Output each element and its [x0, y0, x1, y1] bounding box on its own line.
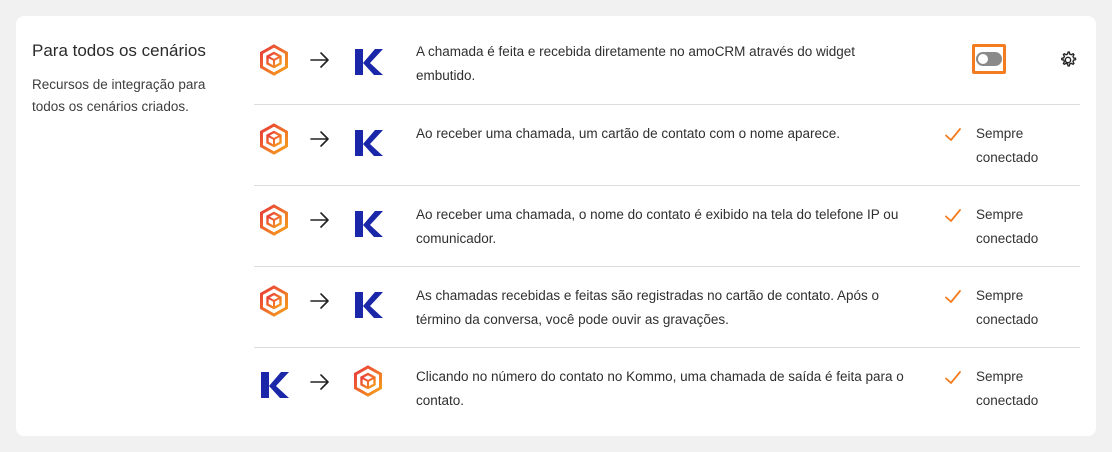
flow-icons: [254, 16, 404, 104]
feature-row: Ao receber uma chamada, o nome do contat…: [254, 186, 1080, 267]
section-subtitle: Recursos de integração para todos os cen…: [32, 77, 206, 114]
kommo-k-icon: [352, 289, 384, 321]
kommo-k-icon: [352, 208, 384, 240]
section-title: Para todos os cenários: [32, 41, 206, 60]
status-text: Sempre conectado: [976, 288, 1039, 327]
status-text: Sempre conectado: [976, 207, 1039, 246]
check-icon: [944, 126, 962, 144]
call-widget-toggle[interactable]: [972, 44, 1006, 74]
gear-icon[interactable]: [1058, 50, 1078, 70]
amocrm-hexagon-icon: [258, 204, 290, 236]
flow-icons: [254, 105, 404, 185]
status-text: Sempre conectado: [976, 369, 1039, 408]
arrow-right-icon: [308, 208, 332, 232]
arrow-right-icon: [308, 48, 332, 72]
feature-description: Ao receber uma chamada, um cartão de con…: [416, 126, 840, 141]
feature-list: A chamada é feita e recebida diretamente…: [254, 16, 1080, 428]
amocrm-hexagon-icon: [258, 123, 290, 155]
check-icon: [944, 207, 962, 225]
feature-row: As chamadas recebidas e feitas são regis…: [254, 267, 1080, 348]
flow-icons: [254, 186, 404, 266]
feature-row: Clicando no número do contato no Kommo, …: [254, 348, 1080, 428]
section-header: Para todos os cenários Recursos de integ…: [32, 40, 237, 118]
arrow-right-icon: [308, 127, 332, 151]
arrow-right-icon: [308, 289, 332, 313]
amocrm-hexagon-icon: [258, 44, 290, 76]
amocrm-hexagon-icon: [258, 285, 290, 317]
kommo-k-icon: [258, 369, 290, 401]
flow-icons: [254, 348, 404, 428]
feature-description: As chamadas recebidas e feitas são regis…: [416, 288, 880, 327]
status-text: Sempre conectado: [976, 126, 1039, 165]
feature-description: Clicando no número do contato no Kommo, …: [416, 369, 904, 408]
feature-row: Ao receber uma chamada, um cartão de con…: [254, 105, 1080, 186]
feature-description: Ao receber uma chamada, o nome do contat…: [416, 207, 899, 246]
check-icon: [944, 369, 962, 387]
kommo-k-icon: [352, 127, 384, 159]
flow-icons: [254, 267, 404, 347]
toggle-knob: [978, 54, 988, 64]
integration-card: Para todos os cenários Recursos de integ…: [16, 16, 1096, 436]
feature-row: A chamada é feita e recebida diretamente…: [254, 16, 1080, 105]
check-icon: [944, 288, 962, 306]
kommo-k-icon: [352, 46, 384, 78]
arrow-right-icon: [308, 370, 332, 394]
toggle-switch[interactable]: [976, 52, 1002, 66]
amocrm-hexagon-icon: [352, 365, 384, 397]
feature-description: A chamada é feita e recebida diretamente…: [416, 44, 855, 83]
